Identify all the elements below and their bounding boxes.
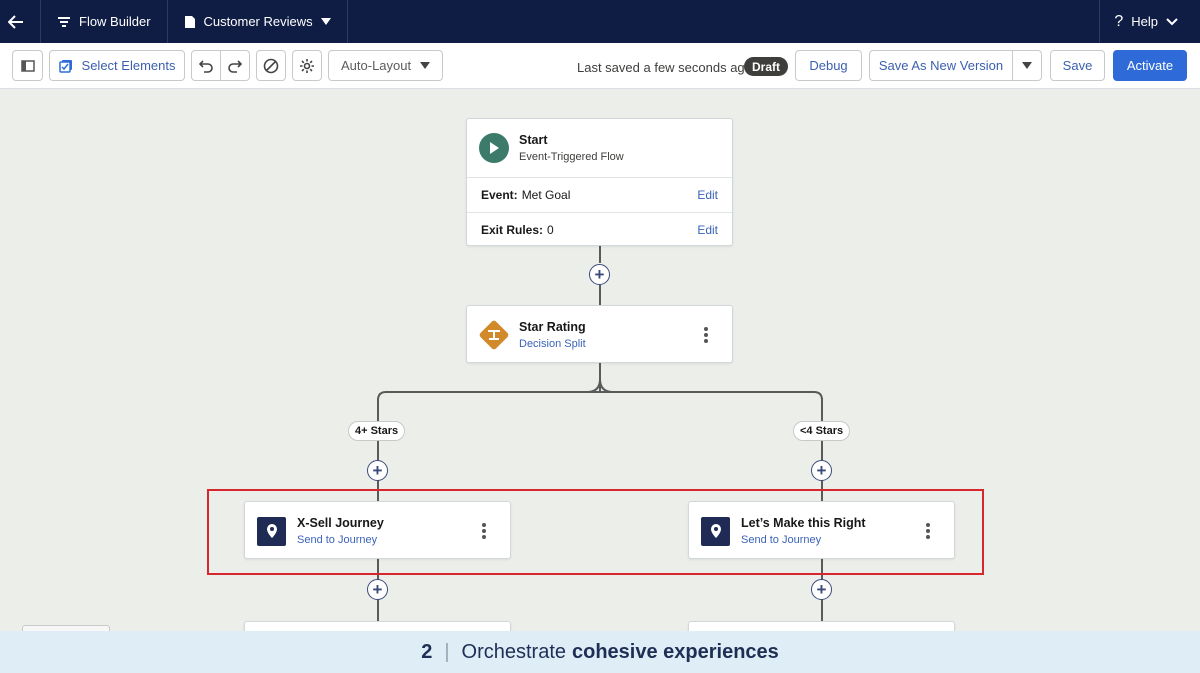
branch-curve	[377, 378, 823, 401]
exit-rules-value: 0	[547, 223, 554, 237]
decision-card[interactable]: Star Rating Decision Split	[466, 305, 733, 363]
disable-button[interactable]	[256, 50, 286, 81]
plus-icon: +	[372, 580, 383, 599]
app-label: Flow Builder	[79, 14, 151, 29]
activate-button[interactable]: Activate	[1113, 50, 1187, 81]
toolbar: Select Elements Auto-Layout Last saved a…	[0, 43, 1200, 89]
saved-status: Last saved a few seconds ago	[577, 60, 752, 75]
decision-subtitle: Decision Split	[519, 338, 586, 350]
connector	[599, 246, 601, 263]
undo-icon	[199, 59, 213, 73]
highlight-box	[207, 489, 984, 575]
edit-exit-rules-link[interactable]: Edit	[697, 223, 718, 237]
settings-button[interactable]	[292, 50, 322, 81]
back-button[interactable]	[0, 0, 41, 43]
chevron-down-icon	[1022, 62, 1032, 69]
save-label: Save	[1062, 58, 1093, 73]
gear-icon	[300, 58, 314, 73]
decision-title: Star Rating	[519, 320, 586, 334]
question-icon: ?	[1114, 12, 1124, 30]
connector	[599, 285, 601, 305]
exit-rules-row: Exit Rules: 0 Edit	[467, 212, 732, 247]
save-options-dropdown[interactable]	[1012, 50, 1042, 81]
chevron-down-icon	[320, 18, 331, 25]
exit-rules-label: Exit Rules:	[481, 223, 544, 237]
add-element-button[interactable]: +	[589, 264, 610, 285]
undo-button[interactable]	[191, 50, 221, 81]
plus-icon: +	[816, 580, 827, 599]
toggle-panel-button[interactable]	[12, 50, 43, 81]
event-row: Event: Met Goal Edit	[467, 177, 732, 212]
select-elements-label: Select Elements	[81, 58, 176, 73]
app-switcher[interactable]: Flow Builder	[41, 0, 168, 43]
flow-icon	[58, 16, 70, 27]
add-element-button[interactable]: +	[367, 579, 388, 600]
save-new-version-button[interactable]: Save As New Version	[869, 50, 1013, 81]
flow-name-menu[interactable]: Customer Reviews	[168, 0, 348, 43]
help-menu[interactable]: ? Help	[1099, 0, 1200, 43]
activate-label: Activate	[1126, 58, 1174, 73]
caption-number: 2	[421, 640, 433, 663]
select-elements-button[interactable]: Select Elements	[49, 50, 185, 81]
save-new-version-label: Save As New Version	[878, 58, 1004, 73]
debug-label: Debug	[809, 58, 848, 73]
caption-banner: 2 | Orchestrate cohesive experiences	[0, 631, 1200, 673]
edit-event-link[interactable]: Edit	[697, 188, 718, 202]
add-element-button[interactable]: +	[811, 579, 832, 600]
event-value: Met Goal	[521, 188, 571, 202]
add-element-button[interactable]: +	[811, 460, 832, 481]
caption-text: Orchestrate	[461, 640, 566, 663]
document-icon	[184, 15, 195, 28]
more-options-icon[interactable]	[704, 327, 708, 345]
branch-label: <4 Stars	[793, 421, 851, 441]
play-icon	[479, 133, 509, 163]
plus-icon: +	[372, 461, 383, 480]
prohibit-icon	[263, 58, 279, 73]
add-element-button[interactable]: +	[367, 460, 388, 481]
layout-mode-value: Auto-Layout	[341, 58, 412, 73]
top-nav: Flow Builder Customer Reviews ? Help	[0, 0, 1200, 43]
redo-icon	[228, 59, 242, 73]
layout-mode-select[interactable]: Auto-Layout	[328, 50, 443, 81]
plus-icon: +	[816, 461, 827, 480]
caption-emphasis: cohesive experiences	[572, 640, 779, 663]
chevron-down-icon	[420, 62, 430, 69]
flow-name: Customer Reviews	[203, 14, 313, 29]
back-arrow-icon	[8, 14, 23, 29]
branch-label: 4+ Stars	[348, 421, 406, 441]
caption-separator: |	[444, 640, 450, 663]
status-badge: Draft	[744, 57, 789, 76]
start-title: Start	[519, 133, 548, 147]
select-icon	[58, 59, 72, 73]
save-button[interactable]: Save	[1050, 50, 1105, 81]
panel-icon	[20, 59, 35, 72]
debug-button[interactable]: Debug	[795, 50, 862, 81]
start-subtitle: Event-Triggered Flow	[519, 151, 624, 163]
help-label: Help	[1131, 14, 1158, 29]
start-card[interactable]: Start Event-Triggered Flow Event: Met Go…	[466, 118, 733, 246]
chevron-down-icon	[1166, 17, 1178, 25]
plus-icon: +	[594, 265, 605, 284]
redo-button[interactable]	[220, 50, 250, 81]
event-label: Event:	[481, 188, 518, 202]
decision-split-icon	[478, 319, 510, 351]
flow-canvas[interactable]: Start Event-Triggered Flow Event: Met Go…	[0, 89, 1200, 673]
